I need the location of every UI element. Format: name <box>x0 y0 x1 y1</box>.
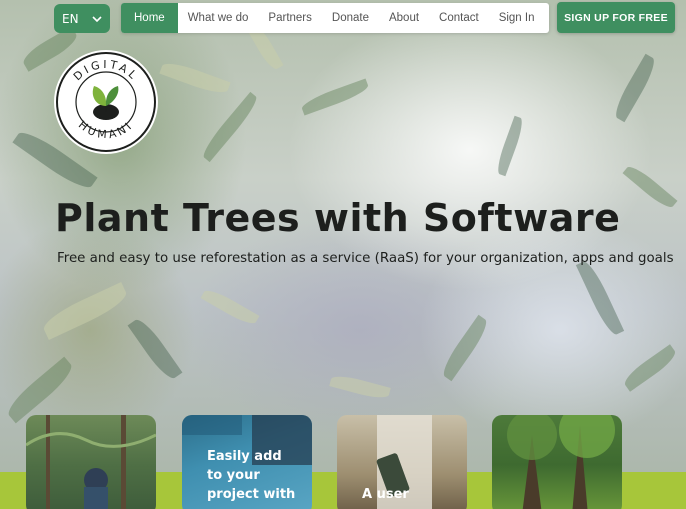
chevron-down-icon <box>92 15 102 22</box>
hero-subtitle: Free and easy to use reforestation as a … <box>57 251 674 266</box>
card-text-line: to your <box>207 468 260 483</box>
nav-item-contact[interactable]: Contact <box>429 3 489 33</box>
digital-humani-logo[interactable]: DIGITAL HUMANI <box>52 48 160 156</box>
nav-item-sign-in[interactable]: Sign In <box>489 3 545 33</box>
card-text-line: Easily add <box>207 449 282 464</box>
card-text-line: project with <box>207 487 296 502</box>
nav-item-home[interactable]: Home <box>121 3 178 33</box>
language-label: EN <box>62 11 79 26</box>
sign-up-button[interactable]: SIGN UP FOR FREE <box>557 2 675 33</box>
nav-item-about[interactable]: About <box>379 3 429 33</box>
hero-title: Plant Trees with Software <box>55 196 621 240</box>
feature-card[interactable]: Easily add to your project with <box>182 415 312 509</box>
nav-item-donate[interactable]: Donate <box>322 3 379 33</box>
feature-card[interactable]: A user <box>337 415 467 509</box>
feature-card[interactable] <box>26 415 156 509</box>
card-text-line: A user <box>362 487 409 502</box>
nav-item-what-we-do[interactable]: What we do <box>178 3 259 33</box>
main-nav: Home What we do Partners Donate About Co… <box>121 3 549 33</box>
nav-item-partners[interactable]: Partners <box>258 3 321 33</box>
language-selector[interactable]: EN <box>54 4 110 33</box>
feature-card[interactable] <box>492 415 622 509</box>
